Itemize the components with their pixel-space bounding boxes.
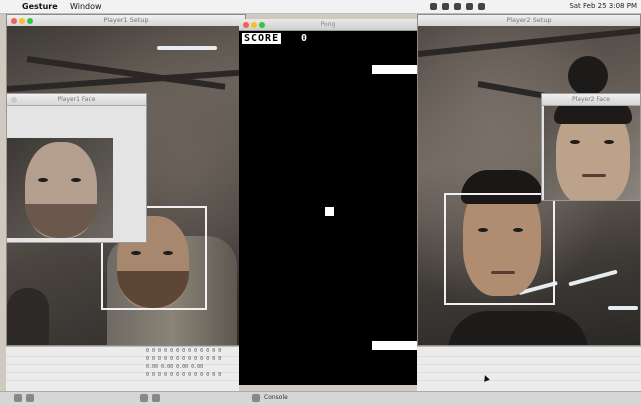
player2-face-panel[interactable]: Player2 Face xyxy=(541,93,641,201)
left-console: 0 0 0 0 0 0 0 0 0 0 0 0 0 0 0 0 0 0 0 0 … xyxy=(6,346,239,392)
toolbar-icon-4[interactable] xyxy=(152,394,160,402)
player1-panel-titlebar[interactable]: Player1 Face xyxy=(7,94,146,106)
panel-close-icon[interactable] xyxy=(11,97,17,103)
console-icon[interactable] xyxy=(252,394,260,402)
apple-menu-icon[interactable] xyxy=(6,0,16,13)
wifi-icon[interactable] xyxy=(454,3,461,10)
bottom-toolbar: Console xyxy=(0,391,641,405)
volume-icon[interactable] xyxy=(466,3,473,10)
player2-window-title: Player2 Setup xyxy=(506,16,552,24)
console-line-1: 0 0 0 0 0 0 0 0 0 0 0 0 0 xyxy=(146,348,222,354)
app-menu[interactable]: Gesture xyxy=(22,0,58,13)
score-value: 0 xyxy=(301,33,309,44)
settings-icon[interactable] xyxy=(442,3,449,10)
player1-panel-title: Player1 Face xyxy=(57,96,96,103)
toolbar-icon-1[interactable] xyxy=(14,394,22,402)
player1-face-crop xyxy=(7,138,113,238)
ball xyxy=(325,207,334,216)
player1-face-panel[interactable]: Player1 Face xyxy=(6,93,147,243)
game-minimize-icon[interactable] xyxy=(251,22,257,28)
player2-body xyxy=(448,311,588,345)
toolbar-icon-2[interactable] xyxy=(26,394,34,402)
game-close-icon[interactable] xyxy=(243,22,249,28)
pong-game-window[interactable]: Pong SCORE 0 xyxy=(239,19,417,385)
close-icon[interactable] xyxy=(11,18,17,24)
pong-window-title: Pong xyxy=(320,21,336,28)
menu-bar: Gesture Window Sat Feb 25 3:08 PM xyxy=(0,0,641,14)
player2-panel-titlebar[interactable]: Player2 Face xyxy=(542,94,640,106)
game-zoom-icon[interactable] xyxy=(259,22,265,28)
pong-titlebar[interactable]: Pong xyxy=(239,19,417,31)
console-line-3: 0.00 0.00 0.00 0.00 xyxy=(146,364,204,370)
window-menu[interactable]: Window xyxy=(70,0,102,13)
console-line-4: 0 0 0 0 0 0 0 0 0 0 0 0 0 xyxy=(146,372,222,378)
player2-face-crop xyxy=(544,106,640,200)
zoom-icon[interactable] xyxy=(27,18,33,24)
score-label: SCORE xyxy=(242,33,282,44)
top-paddle xyxy=(372,65,417,74)
toolbar-icon-3[interactable] xyxy=(140,394,148,402)
dropbox-icon[interactable] xyxy=(430,3,437,10)
player2-panel-title: Player2 Face xyxy=(572,96,610,103)
console-line-2: 0 0 0 0 0 0 0 0 0 0 0 0 0 xyxy=(146,356,222,362)
right-console xyxy=(417,346,641,392)
player1-window-title: Player1 Setup xyxy=(103,16,149,24)
console-label[interactable]: Console xyxy=(264,394,288,401)
player2-face-detection-box xyxy=(444,193,555,305)
menubar-clock[interactable]: Sat Feb 25 3:08 PM xyxy=(569,0,637,13)
battery-icon[interactable] xyxy=(478,3,485,10)
bottom-paddle xyxy=(372,341,417,350)
minimize-icon[interactable] xyxy=(19,18,25,24)
